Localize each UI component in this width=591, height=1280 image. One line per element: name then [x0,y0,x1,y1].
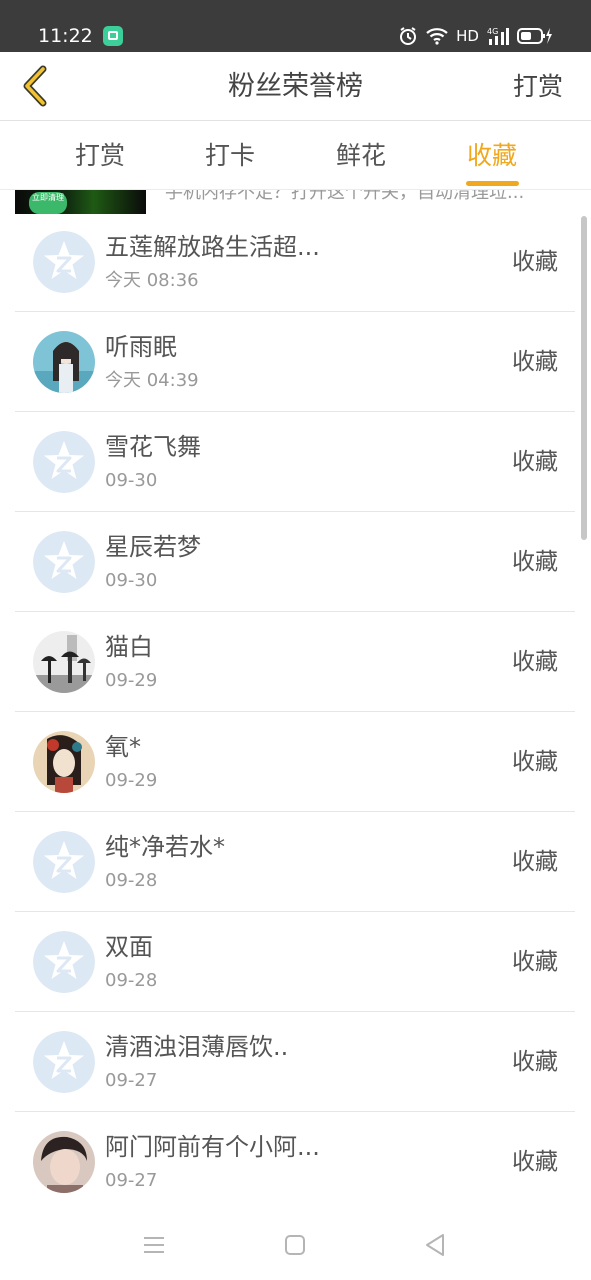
menu-icon [144,1237,164,1253]
tab-bar: 打赏 打卡 鲜花 收藏 [0,121,591,190]
user-name: 猫白 [105,633,153,661]
user-name: 星辰若梦 [105,533,201,561]
home-square-icon [285,1235,305,1255]
user-name: 清酒浊泪薄唇饮.. [105,1033,289,1061]
favorite-date: 09-30 [105,570,158,591]
favorite-date: 09-29 [105,670,158,691]
scrollbar[interactable] [581,216,587,540]
favorite-label: 收藏 [512,249,558,275]
status-time: 11:22 [38,25,93,47]
list-item[interactable]: 清酒浊泪薄唇饮.. 09-27 收藏 [15,1012,575,1112]
favorite-date: 今天 04:39 [105,370,199,391]
favorite-date: 09-29 [105,770,158,791]
user-name: 五莲解放路生活超... [105,233,320,261]
avatar[interactable] [33,531,95,593]
list-item[interactable]: 五莲解放路生活超... 今天 08:36 收藏 [15,212,575,312]
favorite-date: 09-27 [105,1070,158,1091]
tab-favorites[interactable]: 收藏 [432,121,552,189]
favorite-label: 收藏 [512,649,558,675]
tab-checkin[interactable]: 打卡 [170,121,290,189]
favorite-label: 收藏 [512,849,558,875]
favorite-label: 收藏 [512,349,558,375]
menu-button[interactable] [134,1228,174,1262]
back-button[interactable] [12,62,60,110]
favorite-date: 09-30 [105,470,158,491]
signal-4g-icon: 4G [487,26,509,46]
reward-button[interactable]: 打赏 [513,52,563,120]
status-icons: HD 4G [398,25,553,47]
tab-flowers[interactable]: 鲜花 [301,121,421,189]
ad-thumbnail: 立即清理 [15,190,146,214]
avatar[interactable] [33,631,95,693]
favorite-label: 收藏 [512,1049,558,1075]
list-item[interactable]: 听雨眠今天 04:39 收藏 [15,312,575,412]
list-item[interactable]: 猫白 09-29 收藏 [15,612,575,712]
status-bar: 11:22 HD 4G [0,0,591,52]
back-triangle-icon [426,1234,444,1256]
avatar[interactable] [33,931,95,993]
avatar[interactable] [33,1031,95,1093]
ad-text: 手机内存不足？打开这个开关，自动清理垃... [165,190,525,203]
chevron-left-icon [23,65,47,107]
list-item[interactable]: 星辰若梦 09-30 收藏 [15,512,575,612]
favorite-label: 收藏 [512,449,558,475]
avatar[interactable] [33,1131,95,1193]
ad-banner[interactable]: 立即清理 手机内存不足？打开这个开关，自动清理垃... [15,190,575,214]
network-label: HD [456,27,479,45]
app-bar: 粉丝荣誉榜 打赏 [0,52,591,121]
favorite-date: 09-27 [105,1170,158,1191]
system-nav-bar [0,1208,591,1280]
alarm-icon [398,26,418,46]
list-item[interactable]: 氧* 09-29 收藏 [15,712,575,812]
back-nav-button[interactable] [415,1228,455,1262]
user-name: 纯*净若水* [105,833,225,861]
list-item[interactable]: 阿门阿前有个小阿... 09-27 收藏 [15,1112,575,1212]
tab-reward[interactable]: 打赏 [40,121,160,189]
avatar[interactable] [33,431,95,493]
battery-charging-icon [517,27,553,45]
ad-badge: 立即清理 [29,192,67,214]
favorites-list: 五莲解放路生活超... 今天 08:36 收藏 听雨眠 今天 04:39 收藏 雪花飞舞 09… [15,212,575,1212]
favorite-label: 收藏 [512,1149,558,1175]
list-item[interactable]: 纯*净若水* 09-28 收藏 [15,812,575,912]
avatar[interactable] [33,731,95,793]
active-tab-indicator [466,181,519,186]
favorite-label: 收藏 [512,949,558,975]
user-name: 听雨眠 [105,333,177,361]
user-name: 阿门阿前有个小阿... [105,1133,320,1161]
list-item[interactable]: 雪花飞舞 09-30 收藏 [15,412,575,512]
wifi-icon [426,27,448,45]
favorite-date: 09-28 [105,970,158,991]
avatar[interactable] [33,331,95,393]
page-title: 粉丝荣誉榜 [228,71,363,102]
favorite-label: 收藏 [512,549,558,575]
app-notification-icon [103,26,123,46]
home-button[interactable] [275,1228,315,1262]
avatar[interactable] [33,231,95,293]
user-name: 氧* [105,733,141,761]
favorite-date: 今天 08:36 [105,270,199,291]
favorite-date: 09-28 [105,870,158,891]
user-name: 雪花飞舞 [105,433,201,461]
user-name: 双面 [105,933,153,961]
favorite-label: 收藏 [512,749,558,775]
avatar[interactable] [33,831,95,893]
svg-text:4G: 4G [487,27,498,36]
list-item[interactable]: 双面 09-28 收藏 [15,912,575,1012]
